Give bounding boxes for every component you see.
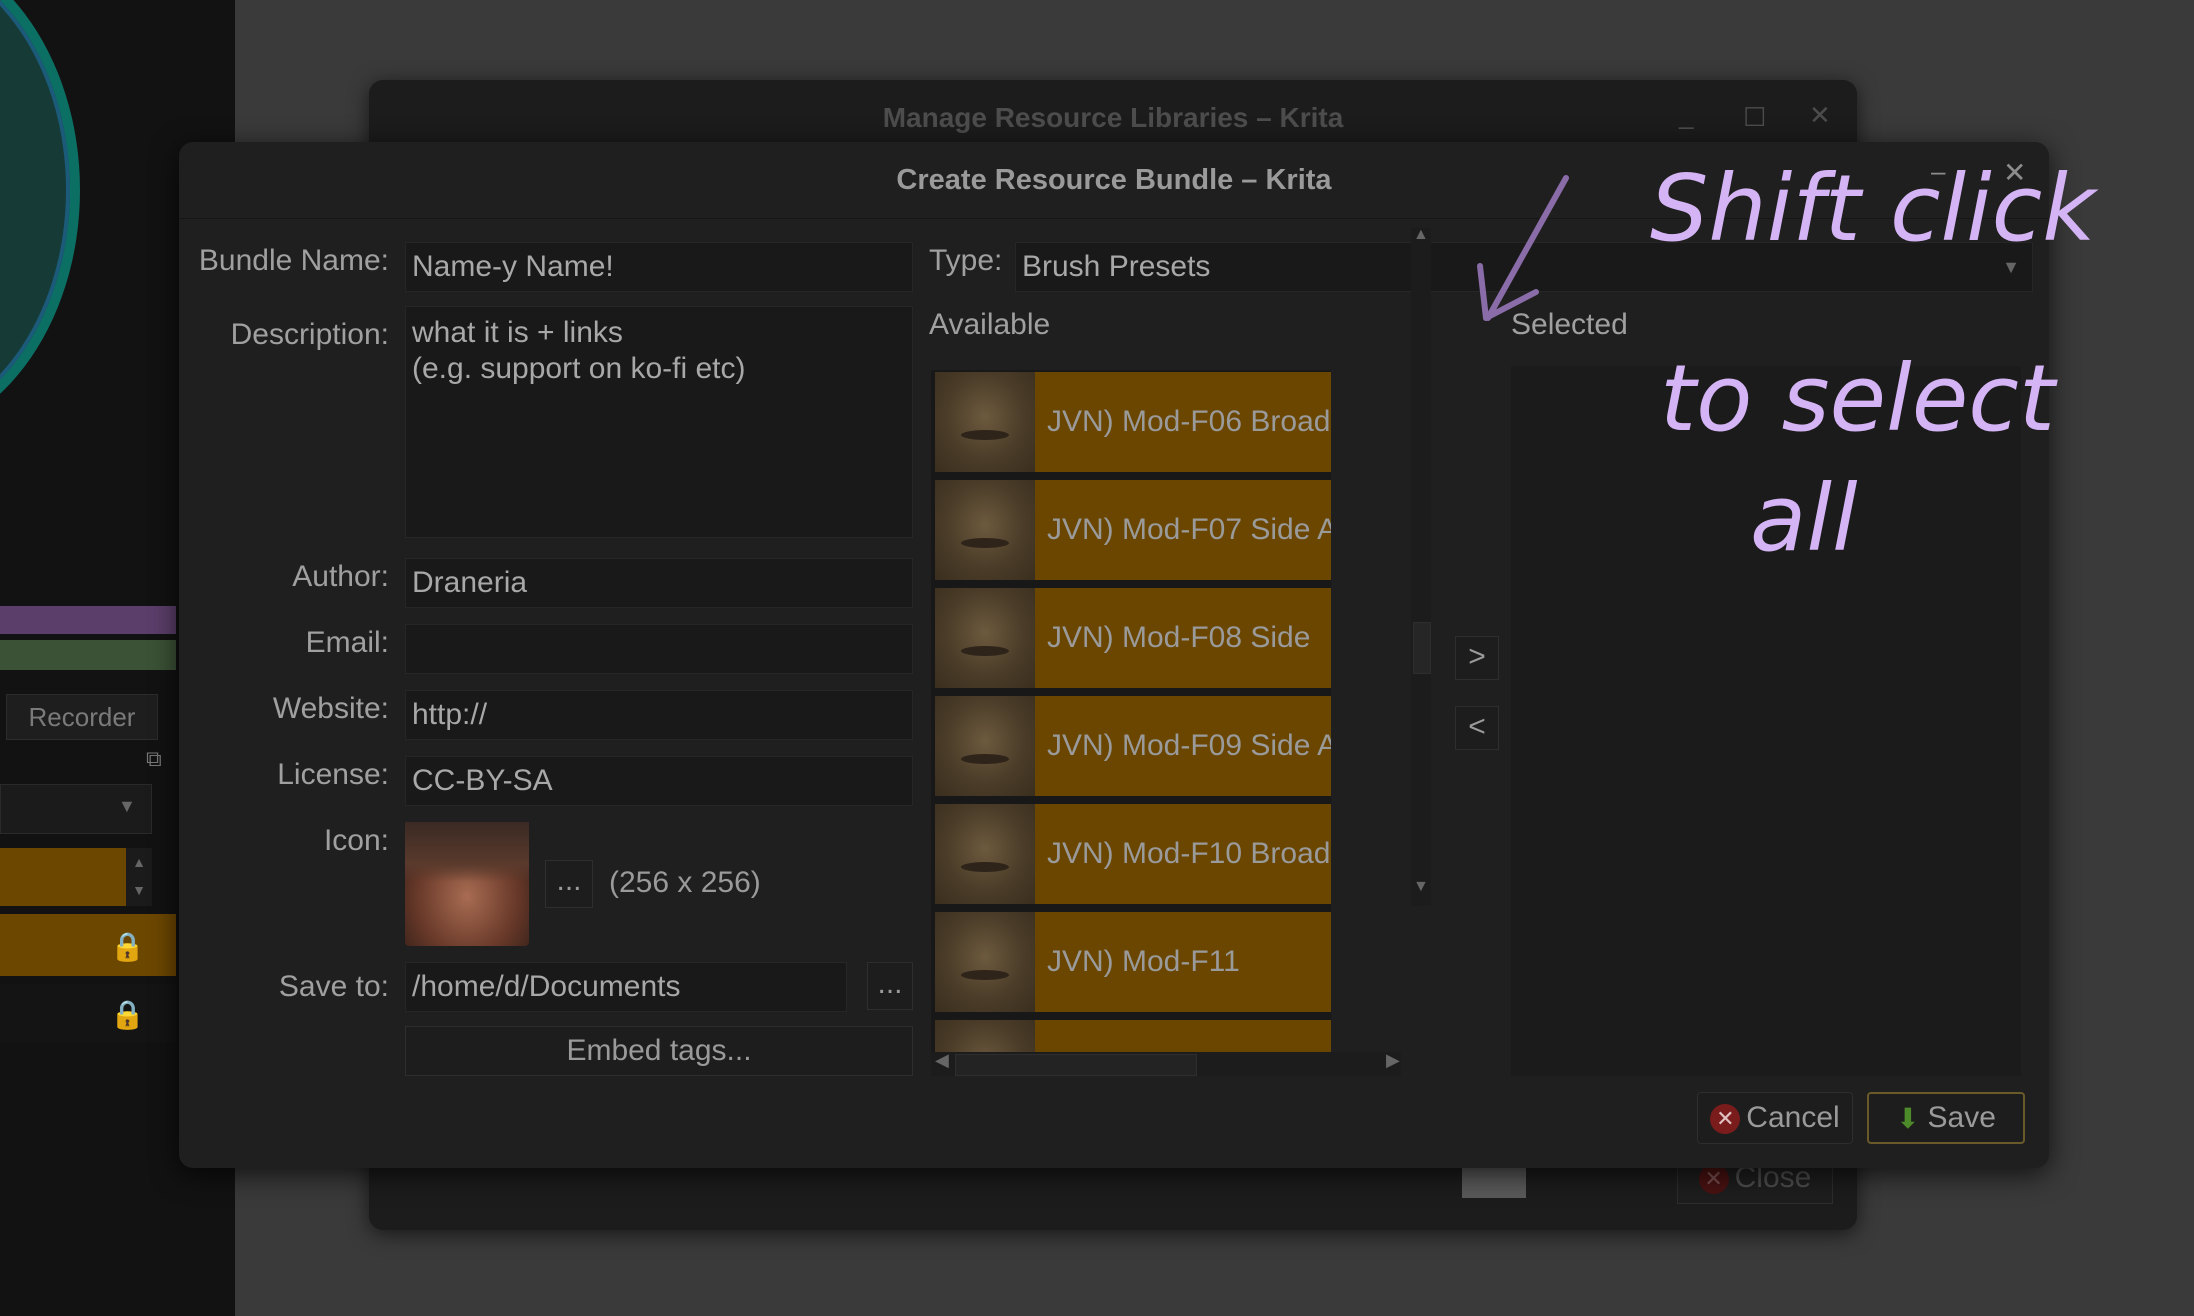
list-item[interactable]: JVN) Mod-F09 Side Angled (935, 696, 1331, 796)
vertical-scrollbar[interactable] (1411, 228, 1431, 906)
brush-preset-thumbnail (935, 480, 1035, 580)
background-strip (1462, 1164, 1526, 1198)
dialog-title: Create Resource Bundle – Krita (179, 142, 2049, 219)
recorder-tab[interactable]: Recorder (6, 694, 158, 740)
bundle-icon-hair (405, 822, 529, 882)
brush-preset-thumbnail (935, 1020, 1035, 1052)
author-label: Author: (292, 560, 389, 593)
list-item[interactable]: JVN) Mod-F11 (935, 912, 1331, 1012)
icon-label: Icon: (323, 824, 389, 857)
scrollbar-thumb[interactable] (1413, 622, 1431, 674)
list-item[interactable]: JVN) Mod-F06 Broad (935, 372, 1331, 472)
scroll-down-icon[interactable]: ▼ (1413, 878, 1429, 896)
lock-icon[interactable]: 🔒 (110, 998, 145, 1031)
embed-tags-button[interactable]: Embed tags... (405, 1026, 913, 1076)
chevron-left-icon: < (1468, 710, 1486, 743)
available-list[interactable]: JVN) Mod-F06 Broad JVN) Mod-F07 Side Ang… (931, 370, 1331, 1052)
available-label: Available (929, 308, 1051, 341)
brush-preset-thumbnail (935, 804, 1035, 904)
brush-preset-thumbnail (935, 696, 1035, 796)
list-item-label: JVN) Mod-F10 Broad Invers (1047, 837, 1331, 870)
selected-list[interactable] (1511, 366, 2021, 1076)
description-line: what it is + links (412, 316, 623, 349)
browse-icon-button[interactable]: ... (545, 860, 593, 908)
selected-label: Selected (1511, 308, 1628, 341)
color-wheel (0, 0, 80, 440)
close-icon[interactable]: ✕ (2003, 156, 2026, 189)
cancel-icon: ✕ (1710, 1104, 1741, 1135)
background-layer-slider[interactable] (0, 848, 126, 906)
brush-preset-thumbnail (935, 372, 1035, 472)
scroll-up-icon[interactable]: ▲ (1413, 226, 1429, 244)
maximize-icon[interactable]: ☐ (1743, 102, 1766, 133)
icon-size-text: (256 x 256) (609, 866, 761, 899)
background-color-bar (0, 640, 176, 670)
chevron-down-icon: ▼ (2002, 257, 2020, 277)
save-button-label: Save (1927, 1101, 1996, 1134)
chevron-right-icon: > (1468, 640, 1486, 673)
minimize-icon[interactable]: _ (1679, 100, 1693, 131)
save-to-label: Save to: (278, 970, 389, 1003)
chevron-down-icon: ▼ (118, 796, 136, 816)
bundle-name-label: Bundle Name: (198, 244, 389, 277)
browse-save-button[interactable]: ... (867, 962, 913, 1010)
float-panel-icon[interactable]: ⧉ (146, 746, 170, 771)
brush-preset-thumbnail (935, 912, 1035, 1012)
brush-preset-thumbnail (935, 588, 1035, 688)
background-layer-row[interactable] (0, 914, 176, 976)
email-input[interactable] (405, 624, 913, 674)
scroll-left-icon[interactable]: ◀ (935, 1050, 949, 1071)
list-item[interactable]: JVN) Mod-F10 Broad Invers (935, 804, 1331, 904)
background-layer-row[interactable] (0, 984, 176, 1042)
cancel-button[interactable]: ✕ Cancel (1697, 1092, 1853, 1144)
website-input[interactable]: http:// (405, 690, 913, 740)
description-line: (e.g. support on ko-fi etc) (412, 352, 746, 385)
scroll-right-icon[interactable]: ▶ (1386, 1050, 1400, 1071)
description-textarea[interactable]: what it is + links (e.g. support on ko-f… (405, 306, 913, 538)
close-icon[interactable]: ✕ (1809, 100, 1831, 131)
license-label: License: (277, 758, 389, 791)
minimize-icon[interactable]: – (1931, 156, 1945, 187)
author-input[interactable]: Draneria (405, 558, 913, 608)
save-button[interactable]: ⬇ Save (1867, 1092, 2025, 1144)
license-input[interactable]: CC-BY-SA (405, 756, 913, 806)
list-item-label: JVN) Mod-F07 Side Angled (1047, 513, 1331, 546)
list-item-label: JVN) Mod-F09 Side Angled (1047, 729, 1331, 762)
background-color-bar (0, 606, 176, 634)
save-to-input[interactable]: /home/d/Documents (405, 962, 847, 1012)
email-label: Email: (305, 626, 389, 659)
type-select-value: Brush Presets (1022, 250, 1211, 283)
add-to-selected-button[interactable]: > (1455, 636, 1499, 680)
description-label: Description: (230, 318, 389, 351)
cancel-button-label: Cancel (1746, 1101, 1840, 1134)
bundle-name-input[interactable]: Name-y Name! (405, 242, 913, 292)
close-icon: ✕ (1698, 1164, 1729, 1195)
scrollbar-thumb[interactable] (955, 1054, 1197, 1076)
list-item[interactable]: JVN) Mod-F07 Side Angled (935, 480, 1331, 580)
lock-icon[interactable]: 🔒 (110, 930, 145, 963)
spin-arrows-icon[interactable]: ▲ ▼ (126, 848, 152, 906)
list-item-label: JVN) Mod-F11 (1047, 945, 1240, 978)
type-label: Type: (929, 244, 1003, 277)
remove-from-selected-button[interactable]: < (1455, 706, 1499, 750)
list-item[interactable]: JVN) Mod-F08 Side (935, 588, 1331, 688)
save-icon: ⬇ (1896, 1103, 1920, 1135)
type-select[interactable]: Brush Presets ▼ (1015, 242, 2033, 292)
list-item-label: JVN) Mod-F06 Broad (1047, 405, 1331, 438)
list-item-label: JVN) Mod-F08 Side (1047, 621, 1311, 654)
website-label: Website: (272, 692, 389, 725)
list-item[interactable] (935, 1020, 1331, 1052)
